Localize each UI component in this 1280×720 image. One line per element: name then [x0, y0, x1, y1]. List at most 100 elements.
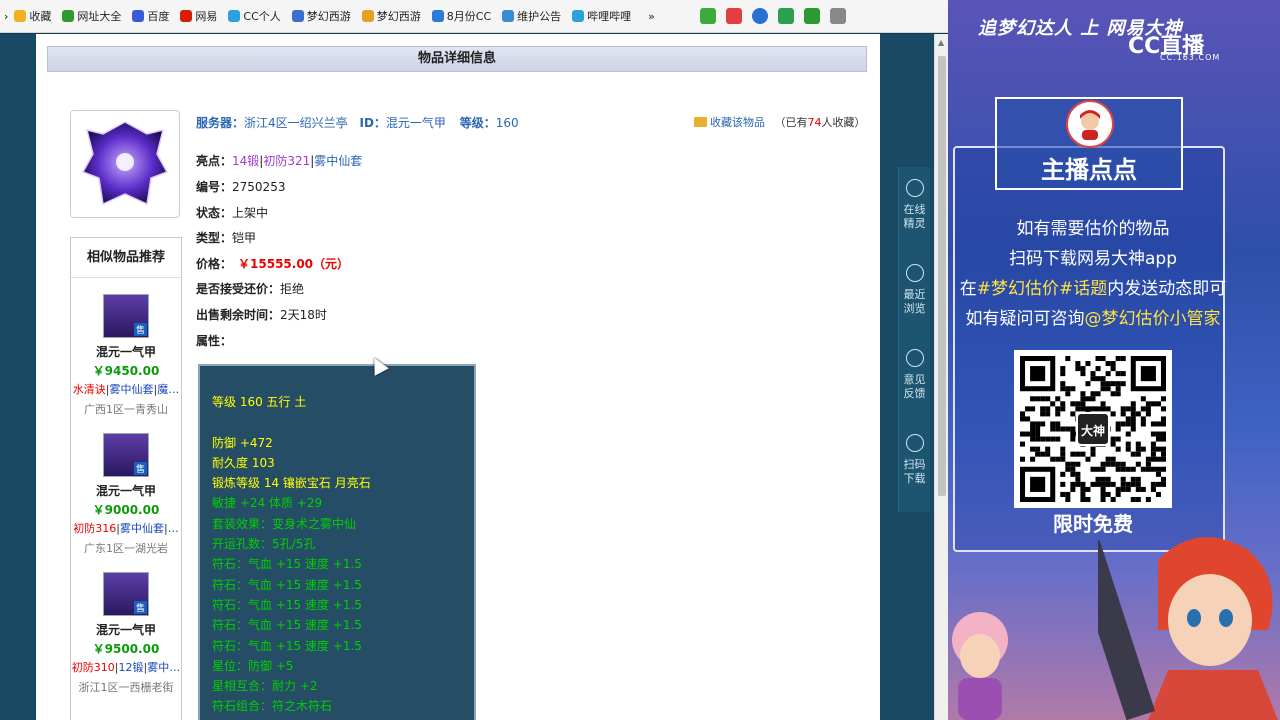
similar-item-server: 广西1区一青秀山: [84, 403, 168, 416]
side-tool-label: 在线精灵: [903, 203, 926, 230]
gamepad-icon[interactable]: [777, 8, 794, 24]
bookmark-1[interactable]: 网址大全: [62, 8, 121, 24]
similar-item-name[interactable]: 混元一气甲: [71, 621, 181, 638]
overlay-line-3-prefix: 在: [959, 279, 977, 299]
bookmark-label: 8月份CC: [446, 10, 492, 23]
scroll-up-arrow[interactable]: ▲: [938, 38, 944, 47]
attributes-row: 属性：: [196, 332, 232, 349]
favorite-link[interactable]: 收藏该物品: [710, 116, 765, 129]
bookmark-8[interactable]: 维护公告: [502, 8, 561, 24]
status-label: 状态：: [196, 206, 233, 220]
cc-icon: [228, 10, 241, 22]
level-value: 160: [495, 116, 519, 130]
overlay-line-4: 如有疑问可咨询@梦幻估价小管家: [948, 304, 1238, 329]
attribute-line: 符石组合：符之木符石: [212, 699, 333, 714]
price-row: 价格： ￥15555.00（元）: [196, 255, 349, 272]
bookmark-9[interactable]: 哔哩哔哩: [572, 8, 631, 24]
status-row: 状态：上架中: [196, 204, 268, 221]
similar-item-image[interactable]: 售: [103, 294, 149, 338]
attribute-line: 耐久度 103: [212, 455, 275, 470]
character-artwork-small: [952, 612, 1008, 720]
bookmark-4[interactable]: CC个人: [228, 8, 281, 24]
server-label: 服务器：: [196, 116, 245, 130]
similar-item[interactable]: 售混元一气甲 ￥9000.00 初防316|雾中仙套|… 广东1区一湖光岩: [71, 417, 181, 556]
bargain-row: 是否接受还价：拒绝: [196, 280, 304, 297]
bookmark-0[interactable]: 收藏: [14, 8, 51, 24]
attributes-label: 属性：: [196, 334, 233, 348]
side-tool-3[interactable]: 扫码下载: [899, 422, 930, 507]
similar-item[interactable]: 售混元一气甲 ￥9500.00 初防310|12锻|雾中… 浙江1区一西栅老街: [71, 556, 181, 695]
similar-item-tag: 魔…: [157, 383, 180, 396]
game-icon: [291, 10, 304, 22]
similar-item-server: 广东1区一湖光岩: [84, 542, 168, 555]
bookmark-label: 哔哩哔哩: [587, 10, 632, 23]
attribute-line: 符石：气血 +15 速度 +1.5: [212, 618, 362, 633]
scrollbar-thumb[interactable]: [938, 56, 946, 496]
similar-item-image[interactable]: 售: [103, 572, 149, 616]
number-row: 编号：2750253: [196, 178, 285, 195]
highlight-label: 亮点：: [196, 154, 233, 168]
netease-icon: [180, 10, 193, 22]
attribute-line: 星位：防御 +5: [212, 658, 294, 673]
similar-item-tag: 初防316: [73, 522, 117, 535]
remaining-label: 出售剩余时间：: [196, 308, 281, 322]
web-page: 物品详细信息 服务器：浙江4区一绍兴兰亭 ID：混元一气甲 等级：160 收藏该…: [0, 34, 934, 720]
page-scrollbar[interactable]: ▲: [934, 34, 948, 720]
grid-apps-icon[interactable]: [829, 8, 846, 24]
attribute-line: 套装效果：变身术之雾中仙: [212, 516, 357, 531]
bookmark-5[interactable]: 梦幻西游: [291, 8, 351, 24]
similar-item-server: 浙江1区一西栅老街: [78, 681, 174, 694]
similar-item-tag: …: [167, 522, 179, 535]
overlay-line-3: 在#梦幻估价#话题内发送动态即可: [948, 274, 1238, 299]
highlight-tag-defense: 初防321: [263, 154, 311, 168]
similar-item-tag: 雾中…: [147, 661, 181, 674]
bilibili-icon: [572, 10, 585, 22]
game-icon: [361, 10, 374, 22]
overlay-topic-tag: #梦幻估价#话题: [976, 279, 1108, 299]
attribute-line: 等级 160 五行 土: [212, 395, 307, 409]
similar-item-tag: 雾中仙套: [109, 383, 154, 396]
favorite-row: 收藏该物品 （已有74人收藏）: [694, 114, 866, 130]
qr-code: 大神: [1014, 350, 1172, 508]
bookmark-label: 收藏: [29, 10, 52, 23]
character-artwork: [1098, 537, 1278, 720]
type-row: 类型：铠甲: [196, 229, 256, 246]
bookmark-label: 网址大全: [77, 10, 122, 23]
id-value: 混元一气甲: [385, 116, 446, 130]
similar-items-title: 相似物品推荐: [71, 238, 181, 278]
similar-items-panel: 相似物品推荐 售混元一气甲 ￥9450.00 水清诀|雾中仙套|魔… 广西1区一青秀山…: [70, 237, 182, 720]
side-tool-1[interactable]: 最近浏览: [899, 252, 930, 337]
similar-item-name[interactable]: 混元一气甲: [71, 482, 181, 499]
similar-item-image[interactable]: 售: [103, 433, 149, 477]
side-tool-2[interactable]: 意见反馈: [899, 337, 930, 422]
attribute-line: 锻炼等级 14 镶嵌宝石 月亮石: [212, 476, 371, 491]
highlight-tag-forge: 14锻: [232, 154, 260, 168]
remaining-row: 出售剩余时间：2天18时: [196, 306, 327, 323]
bookmark-7[interactable]: 8月份CC: [431, 8, 492, 24]
sale-tag: 售: [133, 323, 147, 336]
type-value: 铠甲: [232, 231, 257, 245]
detail-header: 物品详细信息: [47, 46, 867, 72]
scan-icon: [905, 434, 924, 452]
bookmark-3[interactable]: 网易: [180, 8, 217, 24]
similar-item-tags: 水清诀|雾中仙套|魔…: [72, 383, 180, 396]
scissors-icon[interactable]: [725, 8, 742, 24]
feedback-icon: [905, 349, 924, 367]
price-value: ￥15555.00（元）: [238, 257, 350, 271]
bookmark-overflow-left[interactable]: ›: [4, 10, 8, 23]
bookmark-6[interactable]: 梦幻西游: [361, 8, 421, 24]
bookmark-more-button[interactable]: »: [648, 10, 655, 23]
bookmark-2[interactable]: 百度: [132, 8, 169, 24]
side-tool-0[interactable]: 在线精灵: [899, 167, 930, 252]
bookmark-bar: › 收藏 网址大全 百度 网易 CC个人 梦幻西游 梦幻西游 8月份CC 维护公告 哔哩哔哩 »: [0, 0, 948, 33]
highlight-tag-set: 雾中仙套: [314, 154, 363, 168]
attribute-line: 防御 +472: [212, 435, 273, 450]
search-icon[interactable]: [751, 8, 768, 24]
similar-item-name[interactable]: 混元一气甲: [71, 343, 181, 360]
overlay-line-2: 扫码下载网易大神app: [1009, 249, 1177, 269]
similar-item-price: ￥9500.00: [92, 642, 160, 656]
shield-icon[interactable]: [803, 8, 820, 24]
remaining-value: 2天18时: [280, 308, 327, 322]
similar-item[interactable]: 售混元一气甲 ￥9450.00 水清诀|雾中仙套|魔… 广西1区一青秀山: [71, 278, 181, 417]
screenshot-icon[interactable]: [699, 8, 716, 24]
